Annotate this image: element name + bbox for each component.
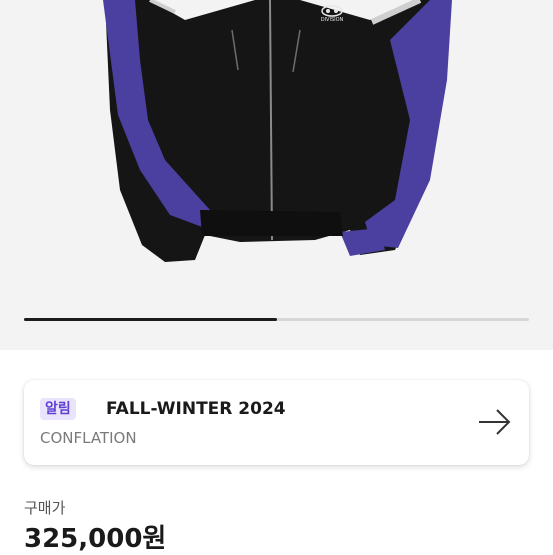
product-image-gallery[interactable]: DIVISION [0, 0, 553, 350]
price-value: 325,000원 [24, 524, 167, 554]
product-image: DIVISION [103, 0, 452, 262]
notice-subtitle: CONFLATION [40, 429, 137, 447]
price-label: 구매가 [24, 499, 66, 517]
arrow-right-icon[interactable] [477, 406, 513, 438]
notice-badge: 알림 [40, 398, 76, 420]
notice-card[interactable]: 알림 FALL-WINTER 2024 CONFLATION [24, 380, 529, 465]
notice-title: FALL-WINTER 2024 [106, 399, 286, 419]
gallery-progress-fill [24, 318, 277, 321]
gallery-progress-track [24, 318, 529, 321]
logo-text: DIVISION [321, 17, 344, 23]
